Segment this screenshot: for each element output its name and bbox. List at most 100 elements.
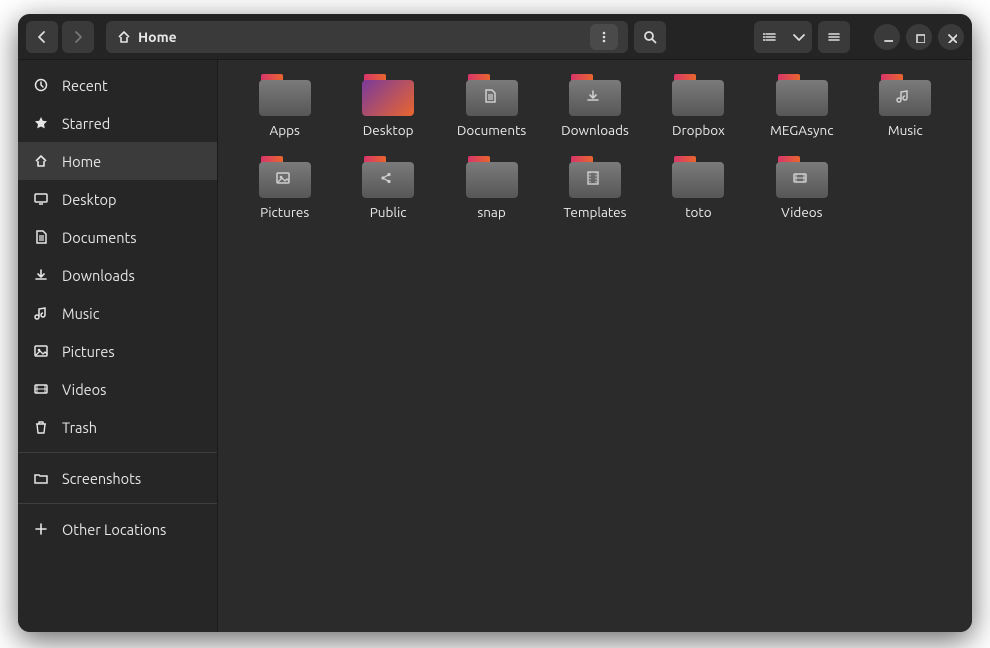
sidebar-item-other-locations[interactable]: Other Locations [18,510,217,548]
video-icon [792,170,812,190]
folder-public[interactable]: Public [339,154,436,220]
pathbar[interactable]: Home [106,21,628,53]
headerbar: Home [18,14,972,60]
folder-music[interactable]: Music [857,72,954,138]
document-icon [32,229,50,245]
folder-label: Downloads [561,122,629,138]
sidebar-item-label: Documents [62,229,137,246]
sidebar-item-label: Recent [62,77,108,94]
download-icon [585,88,605,108]
folder-label: Public [370,204,407,220]
desktop-icon [32,191,50,207]
back-button[interactable] [26,21,58,53]
folder-documents[interactable]: Documents [443,72,540,138]
folder-label: toto [685,204,711,220]
sidebar-item-documents[interactable]: Documents [18,218,217,256]
folder-icon [466,74,518,116]
main-body: Recent Starred Home Desktop Documents Downloa… [18,60,972,632]
folder-icon [259,74,311,116]
sidebar-item-pictures[interactable]: Pictures [18,332,217,370]
sidebar-item-label: Music [62,305,99,322]
sidebar-item-downloads[interactable]: Downloads [18,256,217,294]
folder-label: Videos [781,204,822,220]
document-icon [482,88,502,108]
music-icon [32,305,50,321]
folder-icon [776,74,828,116]
view-options-button[interactable] [786,21,812,53]
folder-icon [259,156,311,198]
recent-icon [32,77,50,93]
pictures-icon [275,170,295,190]
sidebar-item-videos[interactable]: Videos [18,370,217,408]
folder-snap[interactable]: snap [443,154,540,220]
sidebar-item-screenshots[interactable]: Screenshots [18,459,217,497]
breadcrumb-home[interactable]: Home [116,29,177,45]
sidebar-item-label: Downloads [62,267,135,284]
folder-icon [879,74,931,116]
folder-icon [776,156,828,198]
folder-icon [32,470,50,486]
folder-label: Templates [564,204,627,220]
folder-desktop[interactable]: Desktop [339,72,436,138]
folder-dropbox[interactable]: Dropbox [650,72,747,138]
folder-icon [466,156,518,198]
sidebar-item-label: Screenshots [62,470,141,487]
download-icon [32,267,50,283]
content-area: Apps Desktop Documents Downloads Dropbox MEGA… [218,60,972,632]
close-button[interactable] [938,24,964,50]
sidebar-item-label: Starred [62,115,110,132]
list-view-button[interactable] [754,21,786,53]
folder-label: Documents [457,122,526,138]
sidebar-item-label: Trash [62,419,97,436]
template-icon [585,170,605,190]
folder-apps[interactable]: Apps [236,72,333,138]
search-button[interactable] [634,21,666,53]
folder-label: MEGAsync [770,122,833,138]
folder-templates[interactable]: Templates [546,154,643,220]
view-switcher [754,21,812,53]
folder-megasync[interactable]: MEGAsync [753,72,850,138]
sidebar-item-label: Home [62,153,101,170]
hamburger-menu-button[interactable] [818,21,850,53]
pictures-icon [32,343,50,359]
maximize-button[interactable] [906,24,932,50]
folder-pictures[interactable]: Pictures [236,154,333,220]
folder-toto[interactable]: toto [650,154,747,220]
sidebar-item-home[interactable]: Home [18,142,217,180]
plus-icon [32,521,50,537]
minimize-button[interactable] [874,24,900,50]
folder-label: snap [477,204,505,220]
forward-button[interactable] [62,21,94,53]
home-icon [116,29,132,45]
folder-videos[interactable]: Videos [753,154,850,220]
folder-icon [672,156,724,198]
sidebar-item-desktop[interactable]: Desktop [18,180,217,218]
sidebar-item-label: Desktop [62,191,116,208]
folder-label: Pictures [260,204,309,220]
sidebar-item-label: Videos [62,381,106,398]
folder-icon [362,156,414,198]
sidebar-item-label: Pictures [62,343,115,360]
videos-icon [32,381,50,397]
folder-icon [569,156,621,198]
share-icon [378,170,398,190]
sidebar: Recent Starred Home Desktop Documents Downloa… [18,60,218,632]
folder-icon [672,74,724,116]
sidebar-item-label: Other Locations [62,521,166,538]
music-icon [895,88,915,108]
star-icon [32,115,50,131]
sidebar-item-recent[interactable]: Recent [18,66,217,104]
sidebar-item-trash[interactable]: Trash [18,408,217,446]
path-menu-button[interactable] [590,24,618,50]
folder-icon [569,74,621,116]
sidebar-item-starred[interactable]: Starred [18,104,217,142]
folder-downloads[interactable]: Downloads [546,72,643,138]
home-icon [32,153,50,169]
file-manager-window: Home Recent Starred Home Desktop Documents Do… [18,14,972,632]
folder-grid: Apps Desktop Documents Downloads Dropbox MEGA… [236,72,954,220]
sidebar-item-music[interactable]: Music [18,294,217,332]
folder-label: Desktop [363,122,414,138]
folder-icon [362,74,414,116]
breadcrumb-label: Home [138,29,177,45]
folder-label: Music [888,122,923,138]
